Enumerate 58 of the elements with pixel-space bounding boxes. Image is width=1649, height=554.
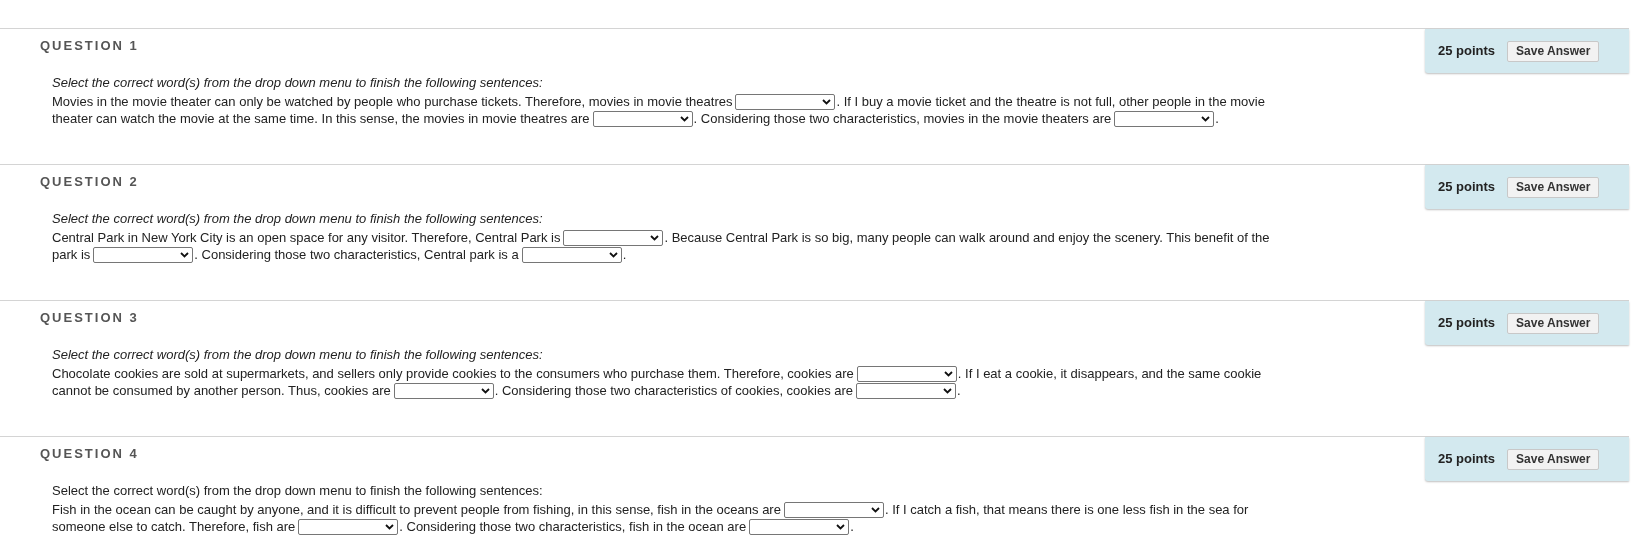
dropdown-select[interactable] xyxy=(856,382,957,399)
dropdown-select[interactable] xyxy=(735,93,836,110)
save-answer-button[interactable]: Save Answer xyxy=(1507,40,1600,62)
save-answer-button[interactable]: Save Answer xyxy=(1507,312,1600,334)
dropdown-select[interactable] xyxy=(393,382,494,399)
question-text: . xyxy=(1215,111,1219,126)
points-label: 25 points xyxy=(1438,450,1496,469)
question-text: . Considering those two characteristics, Central park is a xyxy=(194,247,519,262)
question-title: QUESTION 1 xyxy=(40,37,139,55)
dropdown-select[interactable] xyxy=(93,246,194,263)
question-text: . xyxy=(957,383,961,398)
dropdown-select[interactable] xyxy=(856,365,957,382)
chevron-down-icon xyxy=(1201,115,1211,122)
points-label: 25 points xyxy=(1438,178,1496,197)
question-title: QUESTION 3 xyxy=(40,309,139,327)
chevron-down-icon xyxy=(608,251,618,258)
chevron-down-icon xyxy=(679,115,689,122)
dropdown-select[interactable] xyxy=(298,518,399,535)
chevron-down-icon xyxy=(180,251,190,258)
dropdown-select[interactable] xyxy=(783,501,884,518)
question-text: Central Park in New York City is an open space for any visitor. Therefore, Central Park is xyxy=(52,230,561,245)
instruction-text: Select the correct word(s) from the drop down menu to finish the following sentences: xyxy=(52,210,543,227)
question-title: QUESTION 2 xyxy=(40,173,139,191)
question-text: someone else to catch. Therefore, fish are xyxy=(52,519,296,534)
dropdown-select[interactable] xyxy=(749,518,850,535)
instruction-text: Select the correct word(s) from the drop down menu to finish the following sentences: xyxy=(52,74,543,91)
save-answer-button[interactable]: Save Answer xyxy=(1507,176,1600,198)
instruction-text: Select the correct word(s) from the drop down menu to finish the following sentences: xyxy=(52,482,543,499)
question-title: QUESTION 4 xyxy=(40,445,139,463)
points-label: 25 points xyxy=(1438,314,1496,333)
question-text: theater can watch the movie at the same time. In this sense, the movies in movie theatres are xyxy=(52,111,590,126)
question-text: . Because Central Park is so big, many people can walk around and enjoy the scenery. This benefit of the xyxy=(664,230,1270,245)
question-text: . Considering those two characteristics, fish in the ocean are xyxy=(399,519,747,534)
question-text: . xyxy=(850,519,854,534)
save-answer-button[interactable]: Save Answer xyxy=(1507,448,1600,470)
question-text: Fish in the ocean can be caught by anyone, and it is difficult to prevent people from fishing, in this sense, fish in the oceans are xyxy=(52,502,781,517)
dropdown-select[interactable] xyxy=(1114,110,1215,127)
question-text: . If I buy a movie ticket and the theatre is not full, other people in the movie xyxy=(836,94,1265,109)
dropdown-select[interactable] xyxy=(592,110,693,127)
question-text: . Considering those two characteristics, movies in the movie theaters are xyxy=(693,111,1112,126)
question-text: cannot be consumed by another person. Thus, cookies are xyxy=(52,383,391,398)
dropdown-select[interactable] xyxy=(563,229,664,246)
instruction-text: Select the correct word(s) from the drop down menu to finish the following sentences: xyxy=(52,346,543,363)
chevron-down-icon xyxy=(385,523,395,530)
chevron-down-icon xyxy=(870,506,880,513)
question-text: Movies in the movie theater can only be watched by people who purchase tickets. Therefore, movies in movie theatres xyxy=(52,94,733,109)
question-text: Chocolate cookies are sold at supermarkets, and sellers only provide cookies to the consumers who purchase them. Therefore, cookies are xyxy=(52,366,854,381)
points-label: 25 points xyxy=(1438,42,1496,61)
chevron-down-icon xyxy=(836,523,846,530)
question-text: . Considering those two characteristics of cookies, cookies are xyxy=(494,383,854,398)
question-text: . If I catch a fish, that means there is one less fish in the sea for xyxy=(884,502,1249,517)
question-text: . xyxy=(622,247,627,262)
chevron-down-icon xyxy=(822,98,832,105)
dropdown-select[interactable] xyxy=(521,246,622,263)
chevron-down-icon xyxy=(650,234,660,241)
question-text: park is xyxy=(52,247,91,262)
chevron-down-icon xyxy=(480,387,490,394)
question-text: . If I eat a cookie, it disappears, and the same cookie xyxy=(957,366,1262,381)
